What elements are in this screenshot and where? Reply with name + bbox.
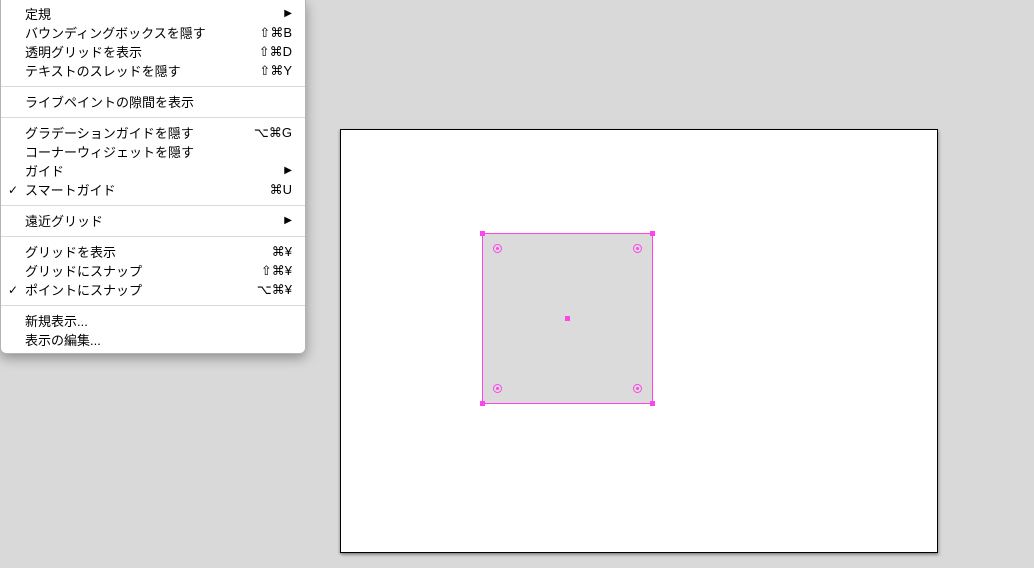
menu-item-show-live-paint-gaps[interactable]: ライブペイントの隙間を表示 — [1, 92, 305, 111]
menu-item-snap-to-grid[interactable]: グリッドにスナップ ⇧⌘¥ — [1, 261, 305, 280]
menu-item-rulers[interactable]: 定規 ▶ — [1, 4, 305, 23]
view-menu: 定規 ▶ バウンディングボックスを隠す ⇧⌘B 透明グリッドを表示 ⇧⌘D テキストのスレッ… — [0, 0, 306, 354]
menu-separator — [1, 80, 305, 92]
menu-item-shortcut: ⌥⌘¥ — [256, 281, 292, 297]
menu-separator — [1, 299, 305, 311]
menu-item-label: グリッドにスナップ — [25, 264, 143, 279]
menu-item-shortcut: ⌥⌘G — [253, 124, 292, 140]
menu-item-label: 表示の編集... — [25, 333, 101, 348]
menu-item-label: 透明グリッドを表示 — [25, 45, 143, 60]
checkmark-icon: ✓ — [8, 282, 19, 297]
corner-widget-icon[interactable] — [493, 384, 502, 393]
corner-widget-dot — [636, 247, 639, 250]
menu-item-hide-text-threads[interactable]: テキストのスレッドを隠す ⇧⌘Y — [1, 61, 305, 80]
menu-item-shortcut: ⇧⌘Y — [259, 62, 292, 78]
menu-item-label: グラデーションガイドを隠す — [25, 126, 194, 141]
selected-rectangle[interactable] — [480, 231, 655, 406]
submenu-arrow-icon: ▶ — [284, 215, 292, 226]
menu-item-label: ポイントにスナップ — [25, 283, 143, 298]
corner-widget-dot — [496, 387, 499, 390]
submenu-arrow-icon: ▶ — [284, 165, 292, 176]
anchor-handle-top-right[interactable] — [650, 231, 655, 236]
menu-item-label: ガイド — [25, 164, 65, 179]
submenu-arrow-icon: ▶ — [284, 8, 292, 19]
menu-separator-line — [1, 204, 305, 206]
menu-separator-line — [1, 235, 305, 237]
menu-item-smart-guides[interactable]: ✓ スマートガイド ⌘U — [1, 180, 305, 199]
checkmark-icon: ✓ — [8, 182, 19, 197]
menu-item-shortcut: ⌘¥ — [271, 243, 292, 259]
menu-item-hide-corner-widget[interactable]: コーナーウィジェットを隠す — [1, 142, 305, 161]
menu-item-shortcut: ⇧⌘¥ — [260, 262, 292, 278]
menu-item-show-grid[interactable]: グリッドを表示 ⌘¥ — [1, 242, 305, 261]
menu-item-edit-views[interactable]: 表示の編集... — [1, 330, 305, 349]
menu-item-label: 定規 — [25, 7, 52, 22]
center-point-handle[interactable] — [564, 315, 570, 321]
menu-item-label: ライブペイントの隙間を表示 — [25, 95, 195, 110]
anchor-handle-bottom-left[interactable] — [480, 401, 485, 406]
menu-separator-line — [1, 85, 305, 87]
artboard[interactable] — [340, 129, 938, 553]
menu-item-guides[interactable]: ガイド ▶ — [1, 161, 305, 180]
menu-item-label: グリッドを表示 — [25, 245, 117, 260]
menu-item-new-view[interactable]: 新規表示... — [1, 311, 305, 330]
menu-item-label: スマートガイド — [25, 183, 116, 198]
menu-separator — [1, 111, 305, 123]
menu-separator — [1, 230, 305, 242]
menu-item-label: 新規表示... — [25, 314, 88, 329]
menu-item-shortcut: ⇧⌘B — [259, 24, 292, 40]
menu-item-hide-gradient-annotator[interactable]: グラデーションガイドを隠す ⌥⌘G — [1, 123, 305, 142]
menu-item-show-transparency-grid[interactable]: 透明グリッドを表示 ⇧⌘D — [1, 42, 305, 61]
menu-separator — [1, 199, 305, 211]
anchor-handle-top-left[interactable] — [480, 231, 485, 236]
corner-widget-dot — [496, 247, 499, 250]
menu-item-perspective-grid[interactable]: 遠近グリッド ▶ — [1, 211, 305, 230]
menu-item-shortcut: ⇧⌘D — [258, 43, 292, 59]
corner-widget-icon[interactable] — [633, 384, 642, 393]
menu-item-label: コーナーウィジェットを隠す — [25, 145, 195, 160]
menu-item-label: バウンディングボックスを隠す — [25, 26, 206, 41]
corner-widget-icon[interactable] — [493, 244, 502, 253]
menu-item-label: テキストのスレッドを隠す — [25, 64, 181, 79]
corner-widget-icon[interactable] — [633, 244, 642, 253]
corner-widget-dot — [636, 387, 639, 390]
menu-item-snap-to-point[interactable]: ✓ ポイントにスナップ ⌥⌘¥ — [1, 280, 305, 299]
anchor-handle-bottom-right[interactable] — [650, 401, 655, 406]
menu-item-hide-bounding-box[interactable]: バウンディングボックスを隠す ⇧⌘B — [1, 23, 305, 42]
menu-separator-line — [1, 116, 305, 118]
menu-item-shortcut: ⌘U — [269, 181, 292, 197]
menu-separator-line — [1, 304, 305, 306]
menu-item-label: 遠近グリッド — [25, 214, 104, 229]
